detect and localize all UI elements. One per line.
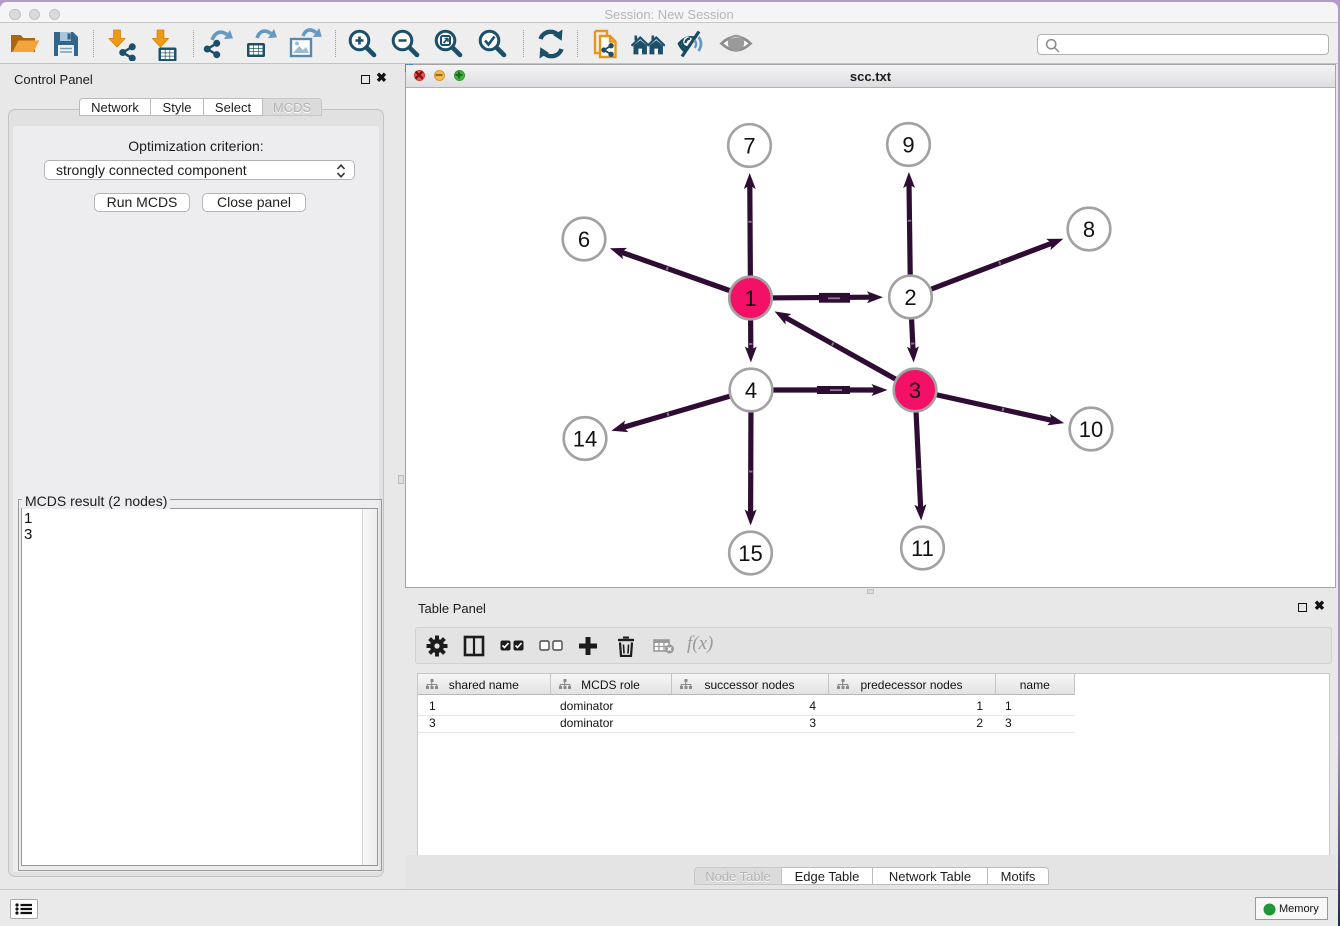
svg-text:8: 8 [1083, 217, 1095, 242]
svg-text:15: 15 [738, 541, 762, 566]
svg-text:11: 11 [911, 536, 934, 561]
svg-text:14: 14 [573, 426, 597, 451]
svg-text:2: 2 [904, 285, 916, 310]
svg-text:3: 3 [909, 378, 921, 403]
svg-text:10: 10 [1079, 417, 1103, 442]
svg-text:4: 4 [745, 378, 757, 403]
svg-text:6: 6 [578, 227, 590, 252]
svg-text:7: 7 [743, 133, 755, 158]
svg-text:1: 1 [744, 286, 756, 311]
svg-text:9: 9 [902, 132, 914, 157]
